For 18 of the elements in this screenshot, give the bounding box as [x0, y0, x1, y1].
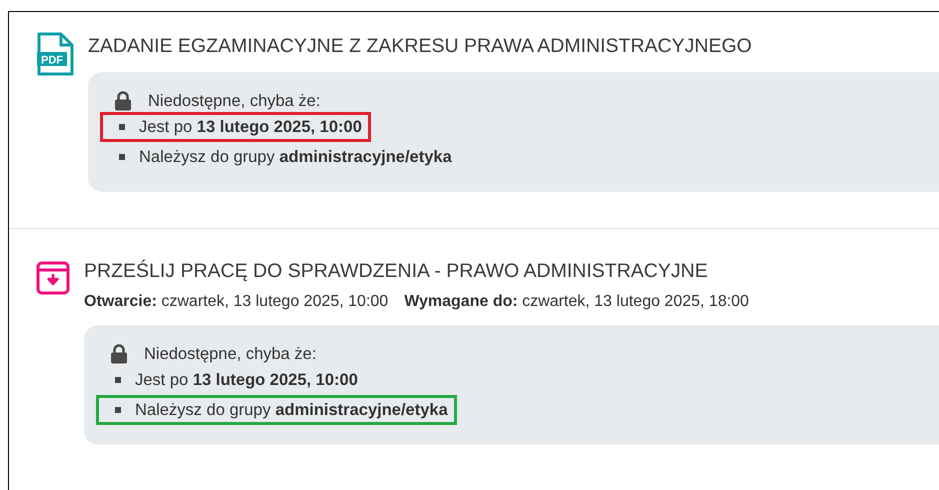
condition-text: Jest po 13 lutego 2025, 10:00 [135, 370, 358, 390]
activity-title[interactable]: ZADANIE EGZAMINACYJNE Z ZAKRESU PRAWA ADMINISTRACYJNEGO [88, 32, 939, 60]
date-info: Otwarcie: czwartek, 13 lutego 2025, 10:00 [84, 292, 388, 312]
restriction-heading: Niedostępne, chyba że: [144, 344, 316, 365]
bullet-icon [119, 124, 125, 130]
lock-icon [114, 91, 132, 111]
condition-text: Należysz do grupy administracyjne/etyka [135, 400, 448, 420]
lock-icon [110, 344, 128, 364]
restriction-heading: Niedostępne, chyba że: [148, 91, 320, 112]
condition-text: Należysz do grupy administracyjne/etyka [139, 147, 452, 167]
pdf-file-icon: PDF [36, 32, 74, 76]
bullet-icon [119, 154, 125, 160]
bullet-icon [115, 377, 121, 383]
condition-text: Jest po 13 lutego 2025, 10:00 [139, 117, 362, 137]
activity-title[interactable]: PRZEŚLIJ PRACĘ DO SPRAWDZENIA - PRAWO ADMINISTRACYJNE [84, 257, 939, 285]
bullet-icon [115, 407, 121, 413]
upload-box-icon [36, 261, 70, 295]
date-info: Wymagane do: czwartek, 13 lutego 2025, 18:00 [404, 292, 749, 312]
